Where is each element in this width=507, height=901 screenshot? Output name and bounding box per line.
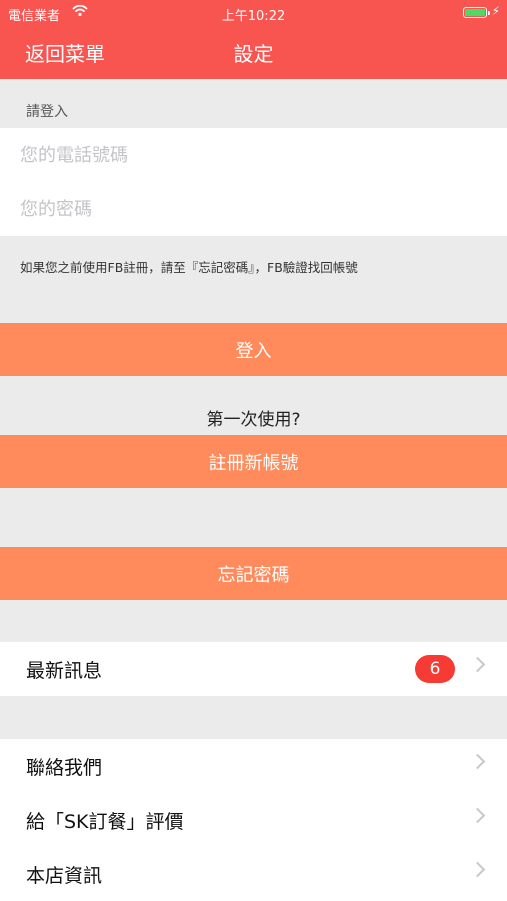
register-button[interactable]: 註冊新帳號 bbox=[0, 435, 507, 488]
chevron-right-icon bbox=[469, 861, 486, 878]
first-time-text: 第一次使用? bbox=[206, 410, 301, 430]
news-group: 最新訊息 6 bbox=[0, 642, 507, 696]
menu-item-rate[interactable]: 給「SK訂餐」評價 bbox=[0, 793, 507, 847]
status-bar: 電信業者 上午10:22 ⚡ bbox=[0, 0, 507, 26]
battery-icon bbox=[463, 7, 490, 18]
login-section-label: 請登入 bbox=[26, 104, 68, 120]
menu-item-label: 聯絡我們 bbox=[26, 756, 103, 779]
menu-item-label: 給「SK訂餐」評價 bbox=[26, 810, 184, 833]
login-button[interactable]: 登入 bbox=[0, 323, 507, 376]
login-form bbox=[0, 128, 507, 236]
forgot-password-button[interactable]: 忘記密碼 bbox=[0, 547, 507, 600]
chevron-right-icon bbox=[469, 753, 486, 770]
menu-item-label: 最新訊息 bbox=[26, 659, 103, 682]
fb-hint-text: 如果您之前使用FB註冊，請至『忘記密碼』，FB驗證找回帳號 bbox=[20, 260, 358, 275]
menu-item-label: 本店資訊 bbox=[26, 864, 103, 887]
header: 電信業者 上午10:22 ⚡ 返回菜單 設定 bbox=[0, 0, 507, 79]
menu-item-contact[interactable]: 聯絡我們 bbox=[0, 739, 507, 793]
back-to-menu-button[interactable]: 返回菜單 bbox=[25, 38, 105, 67]
notification-badge: 6 bbox=[415, 655, 455, 683]
battery-nub bbox=[488, 11, 490, 15]
chevron-right-icon bbox=[469, 807, 486, 824]
battery-level bbox=[465, 9, 485, 16]
phone-input[interactable] bbox=[0, 128, 507, 182]
charging-icon: ⚡ bbox=[491, 4, 500, 18]
status-time: 上午10:22 bbox=[221, 9, 286, 24]
menu-item-news[interactable]: 最新訊息 6 bbox=[0, 642, 507, 696]
menu-item-store-info[interactable]: 本店資訊 bbox=[0, 847, 507, 901]
nav-bar: 返回菜單 設定 bbox=[0, 26, 507, 79]
password-input[interactable] bbox=[0, 182, 507, 236]
menu-group: 聯絡我們 給「SK訂餐」評價 本店資訊 bbox=[0, 739, 507, 901]
chevron-right-icon bbox=[469, 656, 486, 673]
